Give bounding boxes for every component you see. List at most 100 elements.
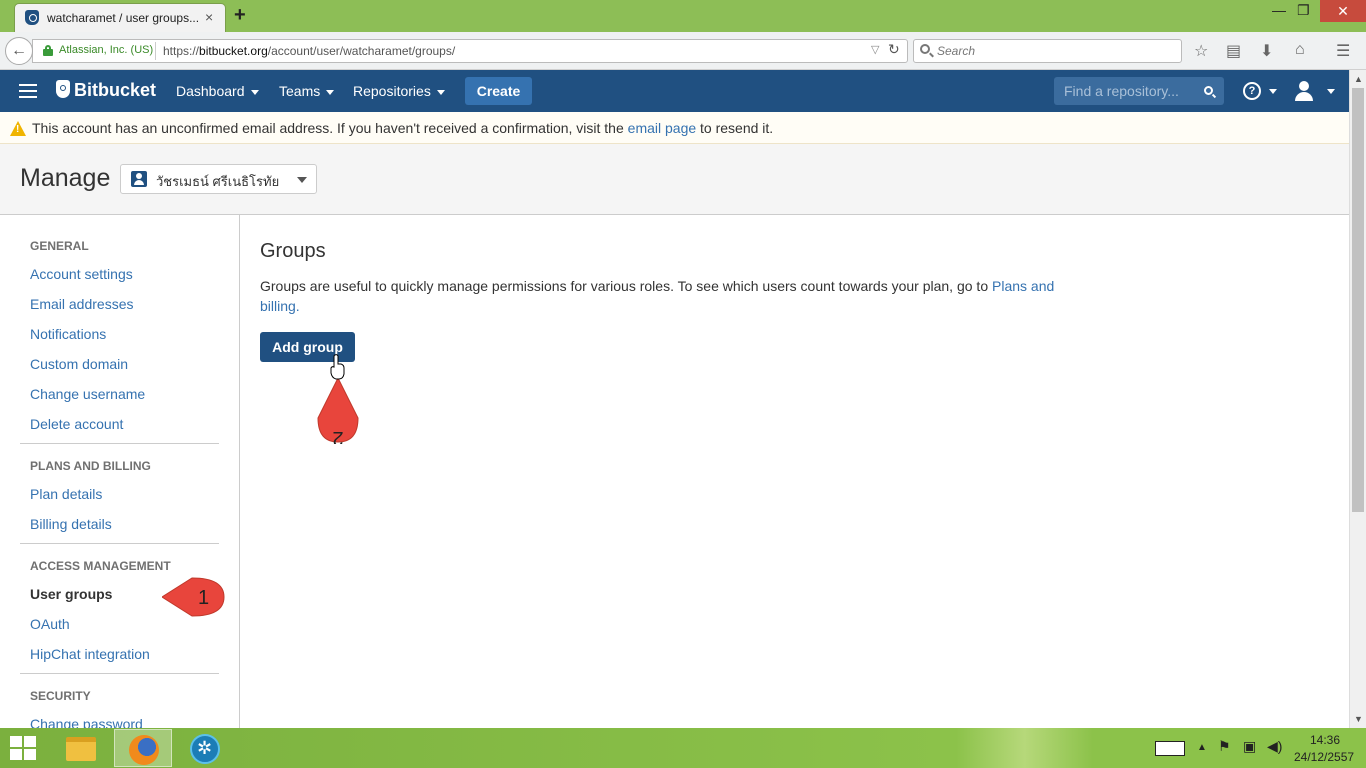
account-selector[interactable]: วัชรเมธน์ ศรีเนธิโรทัย bbox=[120, 164, 317, 194]
sidebar-item-notifications[interactable]: Notifications bbox=[30, 326, 106, 342]
browser-nav-bar: Atlassian, Inc. (US) https://bitbucket.o… bbox=[0, 32, 1366, 70]
restore-button[interactable]: ❐ bbox=[1297, 2, 1310, 19]
site-identity[interactable]: Atlassian, Inc. (US) bbox=[59, 44, 153, 56]
sidebar-item-billing-details[interactable]: Billing details bbox=[30, 516, 112, 532]
url-history-dropdown-icon[interactable]: ▽ bbox=[871, 43, 879, 56]
scroll-thumb[interactable] bbox=[1352, 88, 1364, 512]
hamburger-menu-icon[interactable] bbox=[19, 84, 37, 98]
groups-heading: Groups bbox=[260, 240, 326, 262]
keyboard-icon[interactable] bbox=[1155, 741, 1185, 756]
account-name: วัชรเมธน์ ศรีเนธิโรทัย bbox=[156, 174, 280, 189]
email-page-link[interactable]: email page bbox=[628, 120, 697, 136]
groups-description: Groups are useful to quickly manage perm… bbox=[260, 276, 1060, 316]
sidebar-divider bbox=[20, 543, 219, 544]
manage-header: Manage วัชรเมธน์ ศรีเนธิโรทัย bbox=[0, 144, 1349, 215]
minimize-button[interactable]: — bbox=[1272, 2, 1286, 18]
volume-icon[interactable]: ◀) bbox=[1267, 738, 1282, 755]
teams-label: Teams bbox=[279, 83, 321, 99]
sidebar-item-delete-account[interactable]: Delete account bbox=[30, 416, 123, 432]
scroll-up-icon[interactable]: ▲ bbox=[1354, 74, 1363, 84]
browser-tab[interactable]: watcharamet / user groups... × bbox=[14, 3, 226, 32]
chevron-down-icon bbox=[250, 89, 259, 95]
page-scrollbar[interactable]: ▲ ▼ bbox=[1349, 70, 1366, 728]
unconfirmed-email-warning: This account has an unconfirmed email ad… bbox=[0, 112, 1349, 144]
firefox-taskbar-button[interactable] bbox=[114, 729, 172, 767]
search-placeholder: Search bbox=[937, 44, 976, 58]
warning-icon bbox=[10, 121, 26, 136]
repository-search-input[interactable]: Find a repository... bbox=[1054, 77, 1224, 105]
step-2-label: 2 bbox=[332, 427, 343, 444]
back-button[interactable]: ← bbox=[5, 37, 33, 65]
url-prefix: https:// bbox=[163, 44, 200, 58]
lock-icon bbox=[43, 45, 53, 56]
downloads-icon[interactable]: ⬇ bbox=[1260, 41, 1273, 61]
warning-text-after: to resend it. bbox=[696, 120, 774, 136]
sidebar-item-oauth[interactable]: OAuth bbox=[30, 616, 70, 632]
help-chevron-down-icon[interactable] bbox=[1269, 89, 1277, 94]
sidebar-item-change-username[interactable]: Change username bbox=[30, 386, 145, 402]
browser-tab-strip: watcharamet / user groups... × + — ❐ ✕ bbox=[0, 0, 1366, 32]
sourcetree-icon bbox=[190, 734, 220, 764]
user-avatar-icon[interactable] bbox=[1293, 79, 1315, 103]
sidebar-heading-access: ACCESS MANAGEMENT bbox=[30, 559, 171, 573]
repository-search-placeholder: Find a repository... bbox=[1064, 83, 1179, 99]
page-title: Manage bbox=[20, 164, 111, 192]
back-arrow-icon: ← bbox=[11, 42, 27, 59]
step-1-label: 1 bbox=[198, 587, 209, 609]
hand-cursor-icon bbox=[330, 354, 345, 380]
avatar-chevron-down-icon[interactable] bbox=[1327, 89, 1335, 94]
sidebar-divider bbox=[20, 673, 219, 674]
tab-title: watcharamet / user groups... bbox=[47, 11, 200, 25]
browser-search-input[interactable]: Search bbox=[913, 39, 1182, 63]
bitbucket-favicon-icon bbox=[25, 10, 39, 25]
network-icon[interactable]: ▣ bbox=[1243, 738, 1256, 755]
sidebar-item-account-settings[interactable]: Account settings bbox=[30, 266, 133, 282]
search-icon bbox=[920, 44, 930, 54]
menu-icon[interactable]: ☰ bbox=[1336, 41, 1350, 61]
reload-icon[interactable]: ↻ bbox=[888, 41, 900, 58]
clock-time[interactable]: 14:36 bbox=[1310, 733, 1340, 747]
clock-date[interactable]: 24/12/2557 bbox=[1294, 750, 1354, 764]
groups-description-text: Groups are useful to quickly manage perm… bbox=[260, 278, 992, 294]
window-close-button[interactable]: ✕ bbox=[1320, 0, 1366, 22]
url-text[interactable]: https://bitbucket.org/account/user/watch… bbox=[163, 44, 455, 58]
home-icon[interactable]: ⌂ bbox=[1295, 41, 1305, 59]
repositories-menu[interactable]: Repositories bbox=[353, 83, 445, 99]
url-host: bitbucket.org bbox=[199, 44, 268, 58]
dashboard-label: Dashboard bbox=[176, 83, 245, 99]
tab-close-icon[interactable]: × bbox=[205, 9, 213, 25]
warning-text: This account has an unconfirmed email ad… bbox=[32, 120, 773, 136]
sidebar-item-hipchat[interactable]: HipChat integration bbox=[30, 646, 150, 662]
app-taskbar-button[interactable] bbox=[176, 729, 234, 767]
warning-text-before: This account has an unconfirmed email ad… bbox=[32, 120, 628, 136]
firefox-icon bbox=[129, 735, 159, 765]
new-tab-button[interactable]: + bbox=[234, 4, 246, 27]
sidebar-item-plan-details[interactable]: Plan details bbox=[30, 486, 102, 502]
tray-expand-icon[interactable]: ▲ bbox=[1197, 742, 1207, 753]
reading-list-icon[interactable]: ▤ bbox=[1226, 41, 1241, 61]
help-icon[interactable]: ? bbox=[1243, 82, 1261, 100]
url-bar[interactable]: Atlassian, Inc. (US) https://bitbucket.o… bbox=[32, 39, 908, 63]
bitbucket-brand[interactable]: Bitbucket bbox=[74, 80, 156, 101]
sidebar-item-email-addresses[interactable]: Email addresses bbox=[30, 296, 134, 312]
bitbucket-logo-icon[interactable] bbox=[56, 80, 70, 98]
chevron-down-icon bbox=[326, 89, 335, 95]
dashboard-menu[interactable]: Dashboard bbox=[176, 83, 259, 99]
file-explorer-taskbar-button[interactable] bbox=[52, 729, 110, 767]
bitbucket-header: Bitbucket Dashboard Teams Repositories C… bbox=[0, 70, 1349, 112]
flag-icon[interactable]: ⚑ bbox=[1218, 738, 1231, 755]
teams-menu[interactable]: Teams bbox=[279, 83, 335, 99]
folder-icon bbox=[66, 737, 96, 761]
sidebar-item-custom-domain[interactable]: Custom domain bbox=[30, 356, 128, 372]
user-icon bbox=[131, 171, 147, 187]
bookmark-star-icon[interactable]: ☆ bbox=[1194, 41, 1208, 61]
step-2-marker: 2 bbox=[317, 378, 359, 444]
sidebar-divider bbox=[20, 443, 219, 444]
windows-start-icon[interactable] bbox=[10, 736, 38, 760]
create-button[interactable]: Create bbox=[465, 77, 532, 105]
scroll-down-icon[interactable]: ▼ bbox=[1354, 714, 1363, 724]
sidebar-item-user-groups[interactable]: User groups bbox=[30, 586, 112, 602]
url-path: /account/user/watcharamet/groups/ bbox=[267, 44, 456, 58]
sidebar-heading-plans: PLANS AND BILLING bbox=[30, 459, 151, 473]
url-separator bbox=[155, 42, 156, 60]
